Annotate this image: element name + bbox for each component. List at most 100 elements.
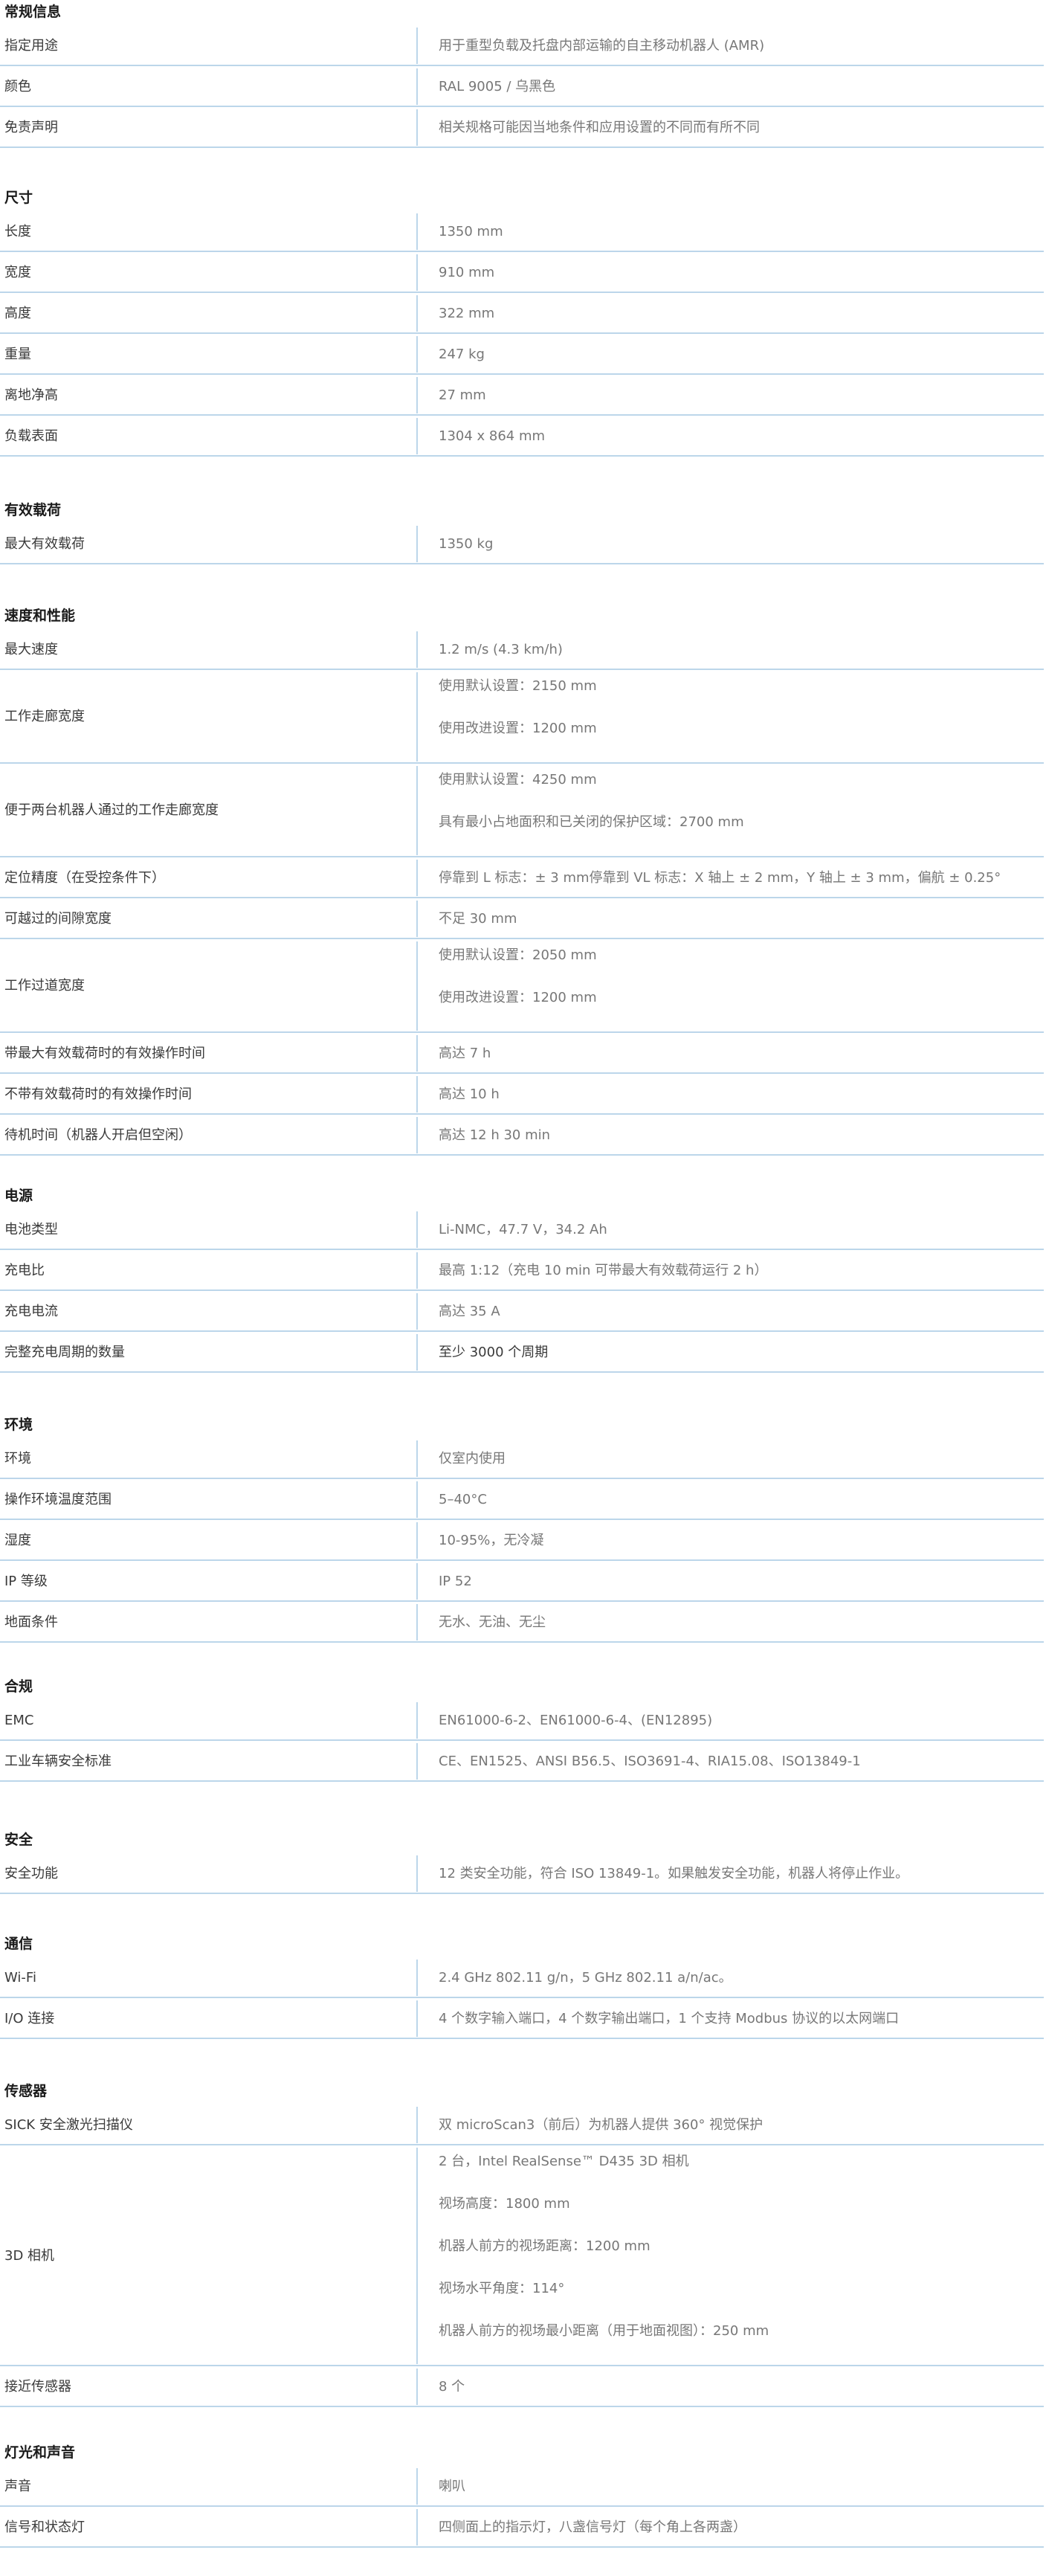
column-divider — [416, 1334, 418, 1371]
column-divider — [416, 1743, 418, 1780]
column-divider — [416, 1211, 418, 1248]
spec-row: 完整充电周期的数量 至少 3000 个周期 — [0, 1332, 1044, 1373]
spec-value: 10-95%，无冷凝 — [439, 1533, 544, 1548]
spec-row: 重量 247 kg — [0, 334, 1044, 375]
spec-label: 安全功能 — [4, 1866, 58, 1881]
spec-value: 2.4 GHz 802.11 g/n，5 GHz 802.11 a/n/ac。 — [439, 1970, 732, 1986]
column-divider — [416, 1522, 418, 1559]
row-separator — [0, 1154, 1044, 1156]
spec-value: 12 类安全功能，符合 ISO 13849-1。如果触发安全功能，机器人将停止作… — [439, 1866, 909, 1881]
spec-row: 接近传感器 8 个 — [0, 2366, 1044, 2407]
column-divider — [416, 1563, 418, 1600]
spec-label: 地面条件 — [4, 1614, 58, 1630]
spec-label: 3D 相机 — [4, 2248, 55, 2264]
spec-row: 最大速度 1.2 m/s (4.3 km/h) — [0, 629, 1044, 670]
column-divider — [416, 1117, 418, 1153]
column-divider — [416, 2000, 418, 2037]
spec-label: 不带有效载荷时的有效操作时间 — [4, 1086, 192, 1102]
spec-value: 不足 30 mm — [439, 911, 517, 927]
row-separator — [0, 1371, 1044, 1373]
spec-label: 湿度 — [4, 1533, 31, 1548]
spec-value: 无水、无油、无尘 — [439, 1614, 546, 1630]
spec-label: 最大速度 — [4, 642, 58, 657]
spec-row: 最大有效载荷 1350 kg — [0, 524, 1044, 564]
spec-label: 宽度 — [4, 265, 31, 280]
spec-row: 宽度 910 mm — [0, 252, 1044, 293]
spec-row: 可越过的间隙宽度 不足 30 mm — [0, 898, 1044, 939]
column-divider — [416, 526, 418, 562]
spec-value: 视场水平角度：114° — [439, 2281, 565, 2296]
spec-row: 颜色 RAL 9005 / 乌黑色 — [0, 66, 1044, 107]
spec-label: 高度 — [4, 306, 31, 321]
column-divider — [416, 254, 418, 291]
row-separator — [0, 1780, 1044, 1782]
column-divider — [416, 1035, 418, 1072]
section-title: 通信 — [4, 1936, 33, 1952]
spec-label: 重量 — [4, 347, 31, 362]
spec-row: 负载表面 1304 x 864 mm — [0, 416, 1044, 457]
column-divider — [416, 68, 418, 105]
spec-label: I/O 连接 — [4, 2011, 55, 2026]
spec-value: 使用默认设置：2150 mm — [439, 678, 597, 694]
spec-value: 机器人前方的视场最小距离（用于地面视图）：250 mm — [439, 2323, 769, 2339]
spec-row: 安全功能 12 类安全功能，符合 ISO 13849-1。如果触发安全功能，机器人… — [0, 1853, 1044, 1894]
column-divider — [416, 1604, 418, 1640]
section-title: 安全 — [4, 1832, 33, 1848]
spec-row: 待机时间（机器人开启但空闲） 高达 12 h 30 min — [0, 1115, 1044, 1156]
spec-value: 相关规格可能因当地条件和应用设置的不同而有所不同 — [439, 120, 760, 135]
row-separator — [0, 455, 1044, 457]
spec-value: Li-NMC，47.7 V，34.2 Ah — [439, 1222, 607, 1237]
spec-value: 高达 35 A — [439, 1304, 500, 1319]
row-separator — [0, 563, 1044, 564]
section-title: 环境 — [4, 1417, 33, 1433]
spec-value: 停靠到 L 标志：± 3 mm停靠到 VL 标志：X 轴上 ± 2 mm，Y 轴… — [439, 870, 1001, 886]
spec-value: 双 microScan3（前后）为机器人提供 360° 视觉保护 — [439, 2117, 763, 2133]
column-divider — [416, 1960, 418, 1996]
spec-value: 高达 10 h — [439, 1086, 500, 1102]
spec-row: 湿度 10-95%，无冷凝 — [0, 1520, 1044, 1561]
spec-row: 不带有效载荷时的有效操作时间 高达 10 h — [0, 1074, 1044, 1115]
spec-value: 27 mm — [439, 387, 486, 403]
spec-value: 使用改进设置：1200 mm — [439, 990, 597, 1005]
row-separator — [0, 2546, 1044, 2548]
column-divider — [416, 295, 418, 332]
spec-label: 离地净高 — [4, 387, 58, 403]
spec-row: 电池类型 Li-NMC，47.7 V，34.2 Ah — [0, 1209, 1044, 1250]
spec-value: 247 kg — [439, 347, 485, 362]
spec-value: 高达 12 h 30 min — [439, 1127, 551, 1143]
spec-row: 工作过道宽度 使用默认设置：2050 mm 使用改进设置：1200 mm — [0, 939, 1044, 1033]
spec-row: 信号和状态灯 四侧面上的指示灯，八盏信号灯（每个角上各两盏） — [0, 2507, 1044, 2548]
spec-value: 910 mm — [439, 265, 495, 280]
section-title: 速度和性能 — [4, 608, 76, 624]
column-divider — [416, 2369, 418, 2405]
row-separator — [0, 146, 1044, 148]
section-title: 灯光和声音 — [4, 2444, 76, 2461]
spec-value: 机器人前方的视场距离：1200 mm — [439, 2238, 650, 2254]
spec-row: Wi-Fi 2.4 GHz 802.11 g/n，5 GHz 802.11 a/n… — [0, 1957, 1044, 1998]
spec-label: 长度 — [4, 224, 31, 239]
spec-label: Wi-Fi — [4, 1970, 36, 1986]
column-divider — [416, 1293, 418, 1330]
spec-value: 2 台，Intel RealSense™ D435 3D 相机 — [439, 2154, 689, 2169]
spec-label: IP 等级 — [4, 1574, 48, 1589]
spec-label: 接近传感器 — [4, 2379, 71, 2395]
spec-row: 高度 322 mm — [0, 293, 1044, 334]
spec-label: 可越过的间隙宽度 — [4, 911, 112, 927]
spec-value: 至少 3000 个周期 — [439, 1345, 549, 1360]
spec-row: 工业车辆安全标准 CE、EN1525、ANSI B56.5、ISO3691-4、R… — [0, 1741, 1044, 1782]
spec-row: EMC EN61000-6-2、EN61000-6-4、(EN12895) — [0, 1700, 1044, 1741]
spec-label: EMC — [4, 1713, 34, 1728]
row-separator — [0, 2406, 1044, 2407]
spec-row: 操作环境温度范围 5–40°C — [0, 1479, 1044, 1520]
spec-value: 4 个数字输入端口，4 个数字输出端口，1 个支持 Modbus 协议的以太网端… — [439, 2011, 900, 2026]
column-divider — [416, 860, 418, 896]
spec-label: 便于两台机器人通过的工作走廊宽度 — [4, 802, 219, 818]
column-divider — [416, 336, 418, 373]
spec-row: 带最大有效载荷时的有效操作时间 高达 7 h — [0, 1033, 1044, 1074]
spec-value: 具有最小占地面积和已关闭的保护区域：2700 mm — [439, 814, 744, 830]
spec-label: 充电电流 — [4, 1304, 58, 1319]
spec-row: 定位精度（在受控条件下） 停靠到 L 标志：± 3 mm停靠到 VL 标志：X 轴… — [0, 857, 1044, 898]
spec-label: 完整充电周期的数量 — [4, 1345, 125, 1360]
spec-value: 仅室内使用 — [439, 1451, 506, 1466]
spec-label: 环境 — [4, 1451, 31, 1466]
